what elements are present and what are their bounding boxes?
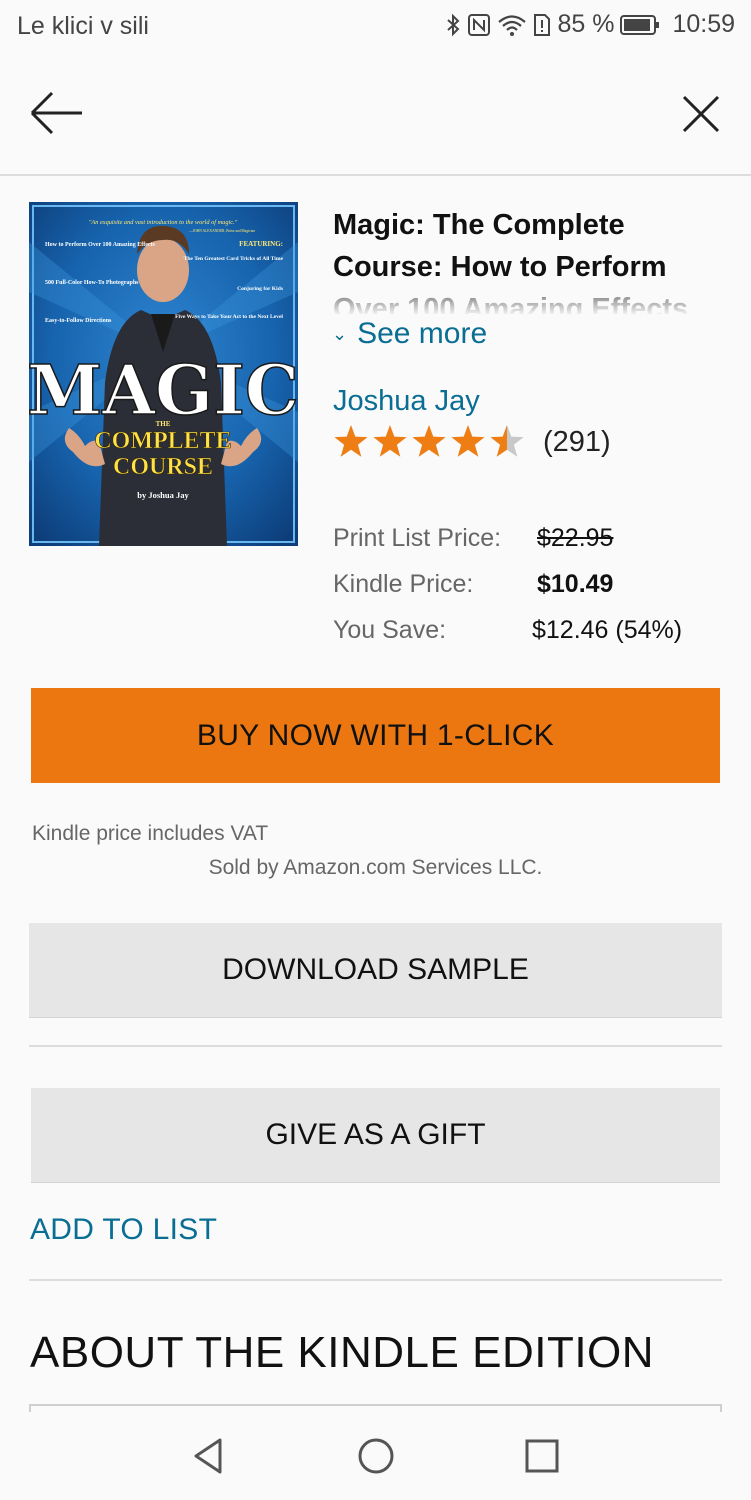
rating-summary[interactable]: (291) <box>333 422 611 462</box>
vat-note: Kindle price includes VAT <box>32 822 269 845</box>
kindle-price-label: Kindle Price: <box>333 570 474 598</box>
see-more-link[interactable]: ⌄ See more <box>332 317 487 351</box>
battery-percent: 85 % <box>557 10 615 38</box>
you-save-label: You Save: <box>333 616 447 644</box>
wifi-icon <box>498 14 527 36</box>
cover-tagline: "An exquisite and vast introduction to t… <box>89 219 238 226</box>
buy-now-button[interactable]: BUY NOW WITH 1-CLICK <box>31 688 720 783</box>
add-to-list-link[interactable]: ADD TO LIST <box>30 1213 217 1247</box>
status-bar: Le klici v sili 85 % 10:59 <box>0 0 751 52</box>
carrier-label: Le klici v sili <box>17 12 149 40</box>
divider <box>29 1279 722 1281</box>
status-icons: 85 % 10:59 <box>445 10 735 39</box>
cover-left-point: 500 Full-Color How-To Photographs <box>45 280 139 286</box>
cover-featuring-label: FEATURING: <box>239 240 283 248</box>
battery-icon <box>620 14 660 35</box>
star-icon <box>334 425 368 457</box>
chevron-down-icon: ⌄ <box>332 323 348 344</box>
cover-left-point: Easy-to-Follow Directions <box>45 318 112 324</box>
cover-right-point: The Ten Greatest Card Tricks of All Time <box>184 256 284 262</box>
home-circle-icon[interactable] <box>356 1436 396 1476</box>
cover-the: THE <box>156 420 171 428</box>
cover-subtitle-line1: COMPLETE <box>94 428 231 454</box>
star-icon <box>412 425 446 457</box>
cover-right-point: Conjuring for Kids <box>237 286 284 292</box>
book-cover-image[interactable]: "An exquisite and vast introduction to t… <box>29 202 298 546</box>
arrow-left-icon[interactable] <box>30 90 84 136</box>
close-icon[interactable] <box>681 94 721 134</box>
you-save-value: $12.46 (54%) <box>532 616 683 644</box>
cover-subtitle-line2: COURSE <box>113 454 213 480</box>
download-sample-button[interactable]: DOWNLOAD SAMPLE <box>29 923 722 1018</box>
see-more-label: See more <box>357 317 488 350</box>
give-as-gift-button[interactable]: GIVE AS A GIFT <box>31 1088 720 1183</box>
print-list-price-label: Print List Price: <box>333 524 502 552</box>
cover-right-point: Five Ways to Take Your Act to the Next L… <box>175 314 283 320</box>
about-kindle-edition-heading: ABOUT THE KINDLE EDITION <box>30 1328 655 1377</box>
cover-byline: by Joshua Jay <box>137 490 189 500</box>
title-fade-overlay <box>333 282 733 316</box>
clock: 10:59 <box>672 10 735 38</box>
author-link[interactable]: Joshua Jay <box>333 385 480 418</box>
print-list-price-value: $22.95 <box>537 524 614 552</box>
cover-big-title: MAGIC <box>29 351 298 431</box>
star-icon <box>490 425 524 457</box>
bluetooth-icon <box>447 13 460 36</box>
divider <box>29 1045 722 1047</box>
star-icon <box>451 425 485 457</box>
sold-by-note: Sold by Amazon.com Services LLC. <box>208 856 543 879</box>
kindle-price-value: $10.49 <box>537 570 614 598</box>
star-icon <box>373 425 407 457</box>
back-triangle-icon[interactable] <box>190 1436 230 1476</box>
sim-alert-icon <box>534 13 551 36</box>
star-rating <box>334 425 524 457</box>
cover-left-point: How to Perform Over 100 Amazing Effects <box>45 242 156 248</box>
android-navigation-bar <box>0 1412 751 1500</box>
review-count: (291) <box>543 425 611 458</box>
nfc-icon <box>468 13 491 36</box>
recents-square-icon[interactable] <box>522 1436 562 1476</box>
top-nav-bar <box>0 52 751 176</box>
